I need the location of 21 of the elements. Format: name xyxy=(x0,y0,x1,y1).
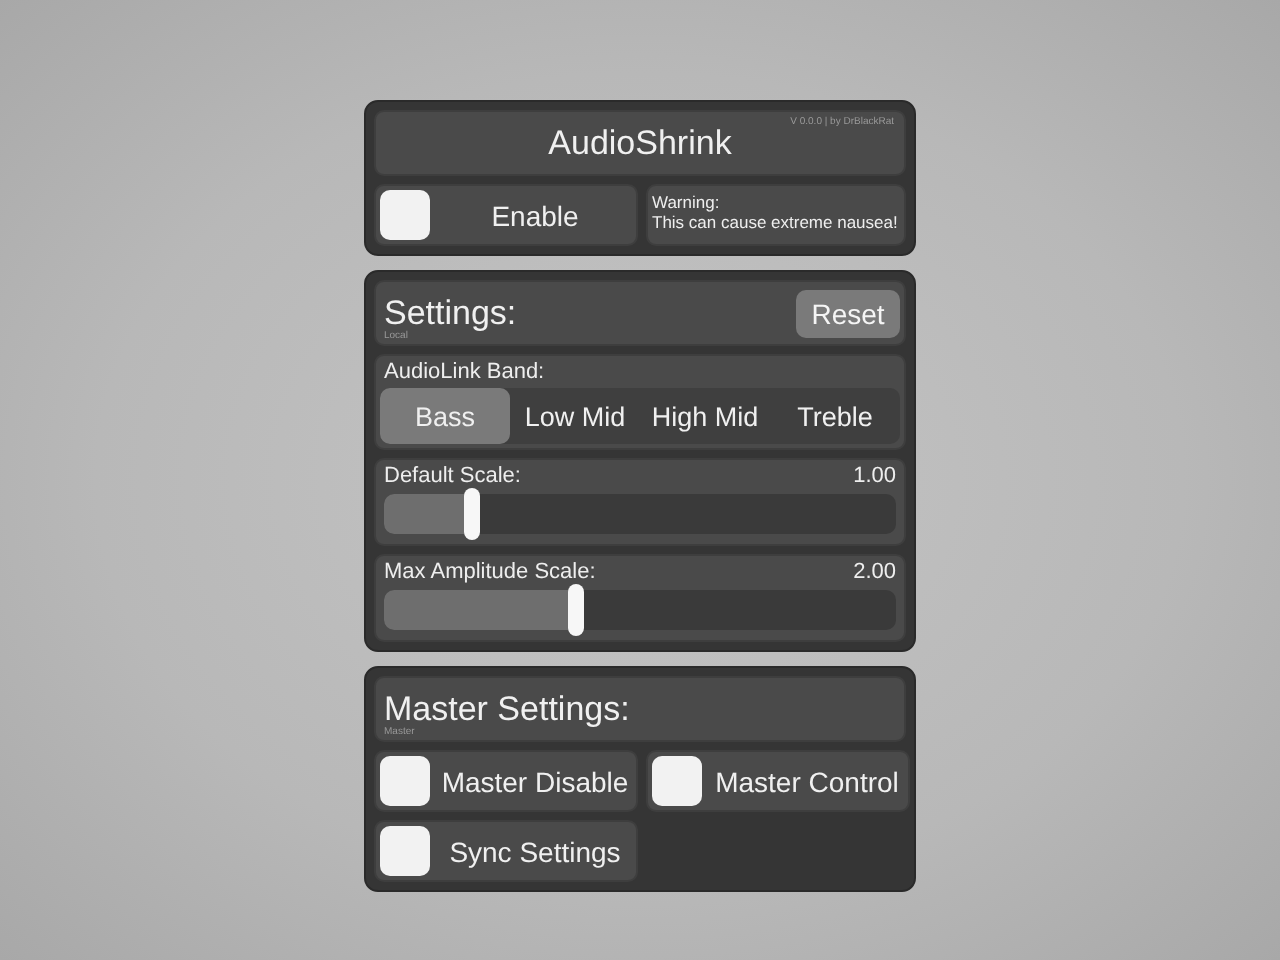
settings-title: Settings: xyxy=(384,293,517,331)
slider-reading: 1.00 xyxy=(853,464,896,488)
band-option[interactable]: Bass xyxy=(380,388,510,444)
slider-thumb[interactable] xyxy=(568,584,584,636)
slider-label: Default Scale: xyxy=(384,464,521,488)
warning-text: Warning: This can cause extreme nausea! xyxy=(646,184,906,246)
reset-button[interactable]: Reset xyxy=(796,289,900,337)
master-toggle[interactable]: Master Control xyxy=(646,750,910,812)
band-option[interactable]: High Mid xyxy=(640,388,770,444)
slider-reading: 2.00 xyxy=(853,560,896,584)
slider-thumb[interactable] xyxy=(463,488,480,540)
slider-track[interactable] xyxy=(384,590,896,630)
slider-track[interactable] xyxy=(384,494,896,534)
band-option[interactable]: Low Mid xyxy=(510,388,640,444)
slider-label: Max Amplitude Scale: xyxy=(384,560,596,584)
band-option[interactable]: Treble xyxy=(770,388,900,444)
master-toggle[interactable]: Master Disable xyxy=(374,750,638,812)
master-toggle[interactable]: Sync Settings xyxy=(374,820,638,882)
enable-toggle[interactable]: Enable xyxy=(374,184,638,246)
master-title: Master Settings: xyxy=(384,689,630,727)
band-label: AudioLink Band: xyxy=(384,360,545,384)
